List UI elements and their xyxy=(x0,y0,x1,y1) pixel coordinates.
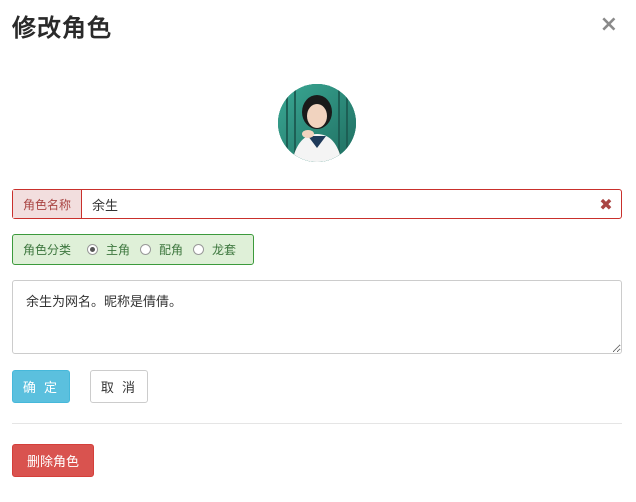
radio-lead-label: 主角 xyxy=(106,243,131,257)
radio-supporting[interactable]: 配角 xyxy=(140,241,183,258)
radio-extra[interactable]: 龙套 xyxy=(193,241,236,258)
divider xyxy=(12,423,622,424)
radio-extra-circle[interactable] xyxy=(193,244,205,255)
role-description-textarea[interactable]: 余生为网名。昵称是倩倩。 xyxy=(12,280,622,354)
clear-icon[interactable]: ✖ xyxy=(591,190,621,218)
edit-role-dialog: 修改角色 × 角色名称 ✖ 角色分类 xyxy=(0,0,636,502)
radio-lead[interactable]: 主角 xyxy=(87,241,130,258)
delete-role-button[interactable]: 删除角色 xyxy=(12,444,94,477)
role-name-group: 角色名称 ✖ xyxy=(12,189,622,219)
cancel-button[interactable]: 取 消 xyxy=(90,370,148,403)
radio-extra-label: 龙套 xyxy=(212,243,237,257)
radio-lead-circle[interactable] xyxy=(87,244,99,255)
confirm-button[interactable]: 确 定 xyxy=(12,370,70,403)
role-category-label: 角色分类 xyxy=(23,243,72,257)
avatar[interactable] xyxy=(278,84,356,162)
dialog-title: 修改角色 xyxy=(12,14,112,42)
radio-supporting-label: 配角 xyxy=(159,243,184,257)
radio-supporting-circle[interactable] xyxy=(140,244,152,255)
role-name-input[interactable] xyxy=(82,190,591,218)
role-category-group: 角色分类 主角 配角 龙套 xyxy=(12,234,254,265)
role-name-label: 角色名称 xyxy=(13,190,82,218)
close-icon[interactable]: × xyxy=(600,14,618,36)
